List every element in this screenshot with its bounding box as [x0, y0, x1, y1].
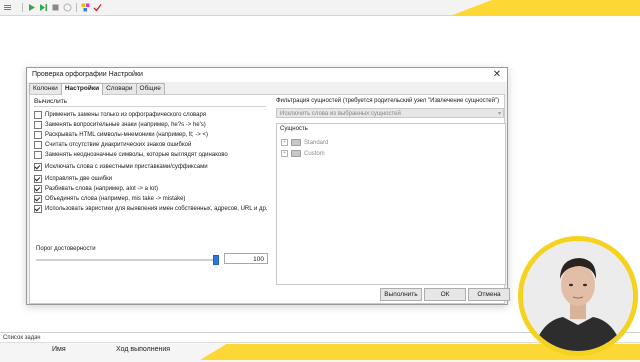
entity-list[interactable]: Сущность + Standard + Custom: [276, 123, 506, 285]
stop-icon[interactable]: [51, 3, 60, 12]
toolbar-separator: [76, 3, 77, 12]
column-header-name[interactable]: Имя: [52, 346, 66, 353]
settings-panel: Вычислить Применить замены только из орф…: [29, 94, 510, 304]
toolbar-separator: [22, 3, 23, 12]
option-label: Считать отсутствие диакритических знаков…: [45, 141, 192, 148]
disabled-tool-icon[interactable]: [63, 3, 72, 12]
entity-column-header: Сущность: [280, 126, 308, 132]
ok-button[interactable]: ОК: [424, 288, 466, 301]
spellcheck-settings-dialog: Проверка орфографии Настройки ✕ Колонки …: [26, 67, 510, 305]
option-replace-ambiguous-chars[interactable]: Заменять неоднозначные символы, которые …: [34, 150, 228, 159]
tab-settings[interactable]: Настройки: [60, 83, 104, 95]
folder-icon: [291, 150, 301, 157]
run-icon[interactable]: [27, 3, 36, 12]
option-use-heuristics[interactable]: Использовать эвристики для выявления име…: [34, 204, 268, 213]
checkbox-icon[interactable]: [34, 174, 42, 183]
run-step-icon[interactable]: [39, 3, 48, 12]
checkbox-icon[interactable]: [34, 204, 42, 213]
option-label: Раскрывать HTML символы-мнемоники (напри…: [45, 131, 208, 138]
toolbar-menu-icon[interactable]: [3, 3, 12, 12]
tab-general[interactable]: Общие: [135, 83, 165, 94]
entity-label: Custom: [304, 150, 325, 157]
expander-icon[interactable]: +: [281, 139, 288, 146]
tab-columns[interactable]: Колонки: [29, 83, 62, 94]
option-label: Заменять вопросительные знаки (например,…: [45, 121, 206, 128]
task-list-title: Список задач: [3, 335, 41, 341]
presenter-photo: [523, 241, 633, 351]
apply-button[interactable]: Выполнить: [380, 288, 422, 301]
column-header-progress[interactable]: Ход выполнения: [116, 346, 170, 353]
option-only-dictionary-replacements[interactable]: Применить замены только из орфографическ…: [34, 110, 206, 119]
option-label: Разбивать слова (например, alot -> a lot…: [45, 185, 159, 192]
option-label: Объединять слова (например, mis take -> …: [45, 195, 186, 202]
option-expand-html-entities[interactable]: Раскрывать HTML символы-мнемоники (напри…: [34, 130, 208, 139]
option-replace-question-marks[interactable]: Заменять вопросительные знаки (например,…: [34, 120, 206, 129]
option-fix-two-errors[interactable]: Исправлять две ошибки: [34, 174, 112, 183]
combo-value: Исключить слова из выбранных сущностей: [280, 111, 401, 117]
slider-thumb-icon[interactable]: [213, 255, 219, 265]
entity-filter-label: Фильтрация сущностей (требуется родитель…: [276, 98, 500, 104]
checkbox-icon[interactable]: [34, 194, 42, 203]
threshold-slider-track[interactable]: [36, 259, 218, 261]
checkbox-icon[interactable]: [34, 162, 42, 171]
close-icon[interactable]: ✕: [491, 69, 503, 81]
option-label: Применить замены только из орфографическ…: [45, 111, 207, 118]
entity-label: Standard: [304, 139, 329, 146]
threshold-label: Порог достоверности: [36, 246, 96, 252]
threshold-input[interactable]: 100: [224, 253, 268, 264]
folder-icon: [291, 139, 301, 146]
dropdown-arrow-icon[interactable]: ▾: [498, 109, 501, 119]
option-label: Использовать эвристики для выявления име…: [45, 205, 268, 212]
section-divider: [34, 106, 266, 107]
cancel-button[interactable]: Отмена: [468, 288, 510, 301]
entity-filter-combo[interactable]: Исключить слова из выбранных сущностей ▾: [276, 108, 504, 118]
tool-check-icon[interactable]: [93, 3, 102, 12]
option-missing-diacritics-error[interactable]: Считать отсутствие диакритических знаков…: [34, 140, 191, 149]
option-label: Заменять неоднозначные символы, которые …: [45, 151, 228, 158]
checkbox-icon[interactable]: [34, 110, 42, 119]
option-label: Исключать слова с известными приставками…: [45, 163, 208, 170]
tab-dictionaries[interactable]: Словари: [102, 83, 137, 94]
nodes-icon[interactable]: [81, 3, 90, 12]
section-label: Вычислить: [34, 98, 68, 105]
expander-icon[interactable]: +: [281, 150, 288, 157]
dialog-title: Проверка орфографии Настройки: [32, 71, 143, 78]
option-merge-words[interactable]: Объединять слова (например, mis take -> …: [34, 194, 185, 203]
checkbox-icon[interactable]: [34, 130, 42, 139]
option-exclude-affixes[interactable]: Исключать слова с известными приставками…: [34, 162, 208, 171]
option-label: Исправлять две ошибки: [45, 175, 113, 182]
tab-strip: Колонки Настройки Словари Общие: [29, 83, 165, 95]
entity-item-standard[interactable]: + Standard: [281, 138, 328, 147]
entity-item-custom[interactable]: + Custom: [281, 149, 325, 158]
checkbox-icon[interactable]: [34, 140, 42, 149]
option-split-words[interactable]: Разбивать слова (например, alot -> a lot…: [34, 184, 158, 193]
checkbox-icon[interactable]: [34, 150, 42, 159]
checkbox-icon[interactable]: [34, 120, 42, 129]
checkbox-icon[interactable]: [34, 184, 42, 193]
dialog-titlebar[interactable]: Проверка орфографии Настройки ✕: [27, 68, 507, 82]
presenter-webcam: [518, 236, 638, 356]
